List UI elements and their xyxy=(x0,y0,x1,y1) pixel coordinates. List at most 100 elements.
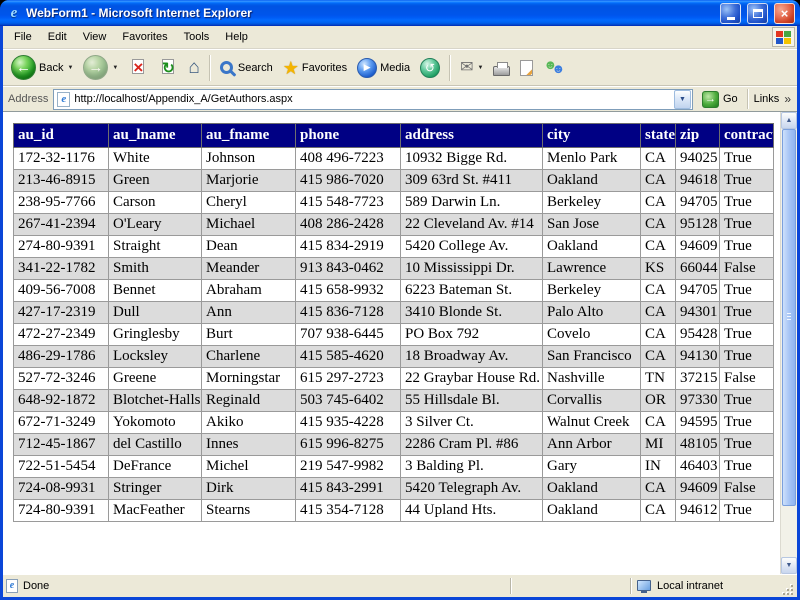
back-dropdown-icon[interactable]: ▼ xyxy=(67,65,73,71)
table-cell: Michael xyxy=(202,214,296,236)
table-cell: 722-51-5454 xyxy=(14,456,109,478)
table-cell: Smith xyxy=(109,258,202,280)
table-cell: 219 547-9982 xyxy=(296,456,401,478)
maximize-button[interactable] xyxy=(747,3,768,24)
menu-tools[interactable]: Tools xyxy=(176,27,218,47)
table-cell: False xyxy=(720,368,774,390)
edit-button[interactable] xyxy=(515,57,538,79)
table-cell: 415 658-9932 xyxy=(296,280,401,302)
scroll-down-button[interactable]: ▼ xyxy=(781,557,797,574)
close-icon: × xyxy=(781,7,789,20)
resize-grip[interactable] xyxy=(780,583,794,597)
statusbar-divider xyxy=(630,578,632,594)
back-arrow-glyph: ← xyxy=(16,59,31,76)
scroll-up-button[interactable]: ▲ xyxy=(781,112,797,129)
address-url[interactable]: http://localhost/Appendix_A/GetAuthors.a… xyxy=(74,93,670,105)
table-cell: Palo Alto xyxy=(543,302,641,324)
toolbar-separator xyxy=(209,55,211,81)
mail-icon: ✉ xyxy=(460,60,473,76)
table-cell: CA xyxy=(641,302,676,324)
table-cell: Reginald xyxy=(202,390,296,412)
home-button[interactable]: ⌂ xyxy=(183,55,204,80)
address-input[interactable]: e http://localhost/Appendix_A/GetAuthors… xyxy=(53,89,693,110)
table-cell: San Francisco xyxy=(543,346,641,368)
close-button[interactable]: × xyxy=(774,3,795,24)
go-button[interactable]: → Go xyxy=(698,90,742,109)
search-button[interactable]: Search xyxy=(215,58,278,77)
table-cell: Ann xyxy=(202,302,296,324)
table-cell: Gringlesby xyxy=(109,324,202,346)
favorites-button[interactable]: ★ Favorites xyxy=(278,56,352,80)
table-cell: CA xyxy=(641,324,676,346)
media-button[interactable]: ▶ Media xyxy=(352,55,415,81)
chevron-overflow-icon[interactable]: » xyxy=(784,92,791,106)
mail-dropdown-icon[interactable]: ▼ xyxy=(477,65,483,71)
table-cell: Dull xyxy=(109,302,202,324)
table-cell: True xyxy=(720,346,774,368)
table-cell: True xyxy=(720,236,774,258)
mail-button[interactable]: ✉ ▼ xyxy=(455,57,488,79)
table-cell: 48105 xyxy=(676,434,720,456)
stop-button[interactable]: × xyxy=(123,55,153,81)
vertical-scrollbar[interactable]: ▲ ▼ xyxy=(780,112,797,574)
table-cell: 3410 Blonde St. xyxy=(401,302,543,324)
table-cell: CA xyxy=(641,214,676,236)
table-cell: Morningstar xyxy=(202,368,296,390)
stop-x-glyph: × xyxy=(128,58,148,78)
page-icon: e xyxy=(57,92,70,107)
table-cell: 274-80-9391 xyxy=(14,236,109,258)
history-button[interactable]: ↺ xyxy=(415,55,445,81)
table-row: 409-56-7008BennetAbraham415 658-99326223… xyxy=(14,280,774,302)
table-cell: Greene xyxy=(109,368,202,390)
history-icon: ↺ xyxy=(420,58,440,78)
scrollbar-thumb[interactable] xyxy=(782,129,796,506)
table-cell: True xyxy=(720,324,774,346)
table-cell: Menlo Park xyxy=(543,148,641,170)
table-cell: 415 986-7020 xyxy=(296,170,401,192)
messenger-button[interactable]: ☻ ☻ xyxy=(538,55,569,80)
table-cell: 527-72-3246 xyxy=(14,368,109,390)
intranet-zone-icon xyxy=(637,580,651,591)
menu-help[interactable]: Help xyxy=(217,27,256,47)
table-cell: Dean xyxy=(202,236,296,258)
favorites-icon: ★ xyxy=(283,59,299,77)
table-cell: Blotchet-Halls xyxy=(109,390,202,412)
menu-edit[interactable]: Edit xyxy=(40,27,75,47)
table-cell: 95128 xyxy=(676,214,720,236)
table-cell: Ann Arbor xyxy=(543,434,641,456)
scrollbar-track[interactable] xyxy=(781,129,797,557)
table-cell: 415 843-2991 xyxy=(296,478,401,500)
table-cell: 408 496-7223 xyxy=(296,148,401,170)
table-cell: Straight xyxy=(109,236,202,258)
links-toolbar[interactable]: Links » xyxy=(754,92,792,106)
table-cell: 472-27-2349 xyxy=(14,324,109,346)
table-cell: 707 938-6445 xyxy=(296,324,401,346)
table-cell: PO Box 792 xyxy=(401,324,543,346)
security-zone-label: Local intranet xyxy=(657,580,723,592)
menu-file[interactable]: File xyxy=(6,27,40,47)
print-button[interactable] xyxy=(488,57,515,79)
table-cell: 94705 xyxy=(676,192,720,214)
table-cell: False xyxy=(720,478,774,500)
forward-button[interactable]: → ▼ xyxy=(78,52,123,83)
chevron-down-icon: ▼ xyxy=(679,96,686,103)
table-row: 274-80-9391StraightDean415 834-29195420 … xyxy=(14,236,774,258)
table-cell: 94595 xyxy=(676,412,720,434)
title-bar[interactable]: e WebForm1 - Microsoft Internet Explorer… xyxy=(0,0,800,26)
menu-view[interactable]: View xyxy=(75,27,115,47)
column-header: phone xyxy=(296,124,401,148)
table-cell: Cheryl xyxy=(202,192,296,214)
back-button[interactable]: ← Back ▼ xyxy=(6,52,78,83)
refresh-button[interactable]: ↻ xyxy=(153,55,183,81)
media-play-glyph: ▶ xyxy=(364,62,371,73)
column-header: au_fname xyxy=(202,124,296,148)
menu-favorites[interactable]: Favorites xyxy=(114,27,175,47)
table-row: 213-46-8915GreenMarjorie415 986-7020309 … xyxy=(14,170,774,192)
forward-dropdown-icon[interactable]: ▼ xyxy=(112,65,118,71)
status-text: Done xyxy=(23,580,505,592)
address-dropdown-button[interactable]: ▼ xyxy=(674,90,691,109)
table-cell: MacFeather xyxy=(109,500,202,522)
minimize-button[interactable] xyxy=(720,3,741,24)
column-header: address xyxy=(401,124,543,148)
address-label: Address xyxy=(8,93,48,105)
